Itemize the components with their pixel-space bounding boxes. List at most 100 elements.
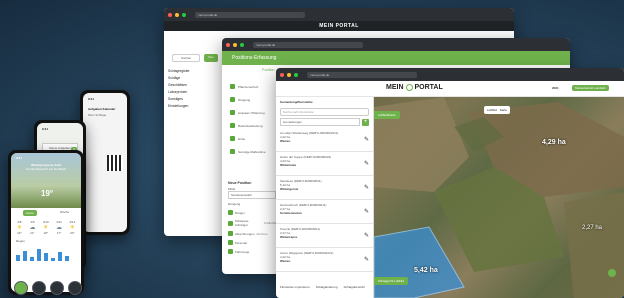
- sidebar-item[interactable]: Geschäftsen: [168, 82, 222, 89]
- list-item[interactable]: Abrechnungen Mehrere: [228, 231, 276, 236]
- browser-chrome: mein-portal.de: [164, 8, 514, 21]
- sidebar-item[interactable]: Schlagregister: [168, 68, 222, 75]
- menu-nav-button[interactable]: [68, 281, 82, 295]
- address-bar[interactable]: mein-portal.de: [253, 41, 363, 48]
- sun-icon: ☀: [16, 225, 23, 231]
- toggle-karte[interactable]: Karte: [500, 108, 507, 112]
- list-item[interactable]: Am alten Weidenweg (DEBYLI0000002211) 4,…: [276, 128, 373, 152]
- address-bar[interactable]: mein-portal.de: [195, 11, 305, 18]
- item-sub: Mehrere: [256, 231, 268, 236]
- change-link[interactable]: Schlagänderung: [316, 285, 338, 289]
- toggle-luftbild[interactable]: Luftbild: [487, 108, 497, 112]
- sidebar-item[interactable]: Schläge: [168, 75, 222, 82]
- pencil-icon[interactable]: ✎: [364, 136, 369, 143]
- search-input[interactable]: Suchen: [172, 54, 201, 62]
- field-crop: Weizen: [280, 139, 291, 143]
- import-link[interactable]: Flurstücke importieren: [280, 285, 310, 289]
- list-item[interactable]: Personal: [228, 240, 276, 245]
- item-sub: Kraftstoff: [264, 221, 276, 225]
- pencil-icon[interactable]: ✎: [364, 256, 369, 263]
- search-input[interactable]: Suche nach Flurstücke: [280, 108, 369, 116]
- minimize-dot[interactable]: [175, 12, 179, 17]
- status-time: 9:41: [16, 156, 23, 160]
- portal-header: MEIN PORTAL 2021 Musterbetrieb Landwirt: [276, 81, 624, 97]
- status-time: 9:41: [42, 127, 49, 131]
- weather-hero: 9:41 Wetterprognose Feld Grünlandbereich…: [11, 153, 81, 208]
- add-icon[interactable]: +: [362, 118, 369, 126]
- list-item[interactable]: Fahrzeuge: [228, 249, 276, 254]
- user-name: Musterbetrieb Landwirt: [575, 86, 606, 90]
- overview-link[interactable]: Schlagübersicht: [344, 285, 365, 289]
- close-dot[interactable]: [280, 72, 284, 77]
- minimize-dot[interactable]: [287, 72, 291, 77]
- filter-select[interactable]: Gemarkungen: [280, 118, 360, 126]
- area-badge[interactable]: Luftbild/Karte: [374, 111, 400, 119]
- check-icon: [228, 231, 233, 236]
- maximize-dot[interactable]: [182, 12, 186, 17]
- pencil-icon[interactable]: ✎: [364, 160, 369, 167]
- satellite-map[interactable]: 4,29 ha 2,27 ha 5,42 ha Luftbild Karte L…: [374, 97, 624, 298]
- add-button[interactable]: Neu: [204, 54, 218, 62]
- year-selector[interactable]: 2021: [552, 86, 559, 90]
- tab-heute[interactable]: Heute: [22, 210, 37, 216]
- new-position-panel: Neue Position Mittel Sonderauswahl Düngu…: [228, 181, 276, 254]
- sidebar-item[interactable]: Sonstiges: [168, 96, 222, 103]
- list-item[interactable]: Dünger: [228, 210, 276, 215]
- pencil-icon[interactable]: ✎: [364, 208, 369, 215]
- map-label: 4,29 ha: [542, 139, 566, 146]
- phone-screen: 9:41 Wetterprognose Feld Grünlandbereich…: [11, 153, 81, 292]
- list-item[interactable]: Kreuzle (DEBYLI0000000211) 2,27 ha Winte…: [276, 224, 373, 248]
- cloud-icon: ☁: [56, 225, 63, 231]
- list-item[interactable]: Anner Wegspann (DEBYLI0000002221) 4,22 h…: [276, 248, 373, 272]
- check-icon[interactable]: [230, 84, 235, 89]
- forecast-day: 4/12 ☀ 20°: [69, 220, 76, 235]
- field-crop: Winterrapss: [280, 235, 298, 239]
- tab-woche[interactable]: Woche: [60, 210, 69, 216]
- home-nav-button[interactable]: [14, 281, 28, 295]
- page-title: Positions-Erfassung: [232, 55, 277, 61]
- filter-row: Gemarkungen +: [280, 118, 369, 126]
- sidebar: Schlagregister Schläge Geschäftsen Labor…: [164, 68, 222, 110]
- settings-nav-button[interactable]: [32, 281, 46, 295]
- check-icon[interactable]: [230, 110, 235, 115]
- list-item[interactable]: Sanwiese (DEBYLI000000031) 5,12 ha Winte…: [276, 176, 373, 200]
- user-menu[interactable]: Musterbetrieb Landwirt: [572, 85, 609, 91]
- sun-icon: ☀: [43, 225, 49, 231]
- brand-logo: MEIN PORTAL: [386, 84, 443, 91]
- toolbar: Suchen Neu: [172, 54, 218, 62]
- brand-circle-icon: [405, 84, 413, 91]
- panel-title: Gemarkung/Flurstücke: [280, 100, 313, 104]
- calendar-nav-button[interactable]: [50, 281, 64, 295]
- check-icon: [228, 240, 233, 245]
- forecast-day: 4/11 ☁ 17°: [56, 220, 63, 235]
- field-crop: Wintermais: [280, 163, 297, 167]
- map-toggle[interactable]: Luftbild Karte: [484, 106, 510, 114]
- close-dot[interactable]: [226, 42, 230, 47]
- maximize-dot[interactable]: [294, 72, 298, 77]
- maximize-dot[interactable]: [240, 42, 244, 47]
- panel-title: Neue Position: [228, 181, 252, 185]
- minimize-dot[interactable]: [233, 42, 237, 47]
- check-icon[interactable]: [230, 149, 235, 154]
- map-bottom-badge[interactable]: Schlagsicht Luftbild: [374, 277, 408, 285]
- list-item[interactable]: Schlepper, Anhänger Kraftstoff: [228, 219, 276, 227]
- locate-icon[interactable]: [608, 269, 616, 277]
- pencil-icon[interactable]: ✎: [364, 184, 369, 191]
- address-bar[interactable]: mein-portal.de: [307, 71, 417, 78]
- check-icon[interactable]: [230, 123, 235, 128]
- rain-bars: [11, 245, 81, 263]
- check-icon[interactable]: [230, 136, 235, 141]
- sidebar-item[interactable]: Laborproben: [168, 89, 222, 96]
- list-item[interactable]: Hinter der Kuppe (DEBYLI000000022) 4,23 …: [276, 152, 373, 176]
- sidebar-item[interactable]: Einstellungen: [168, 103, 222, 110]
- brand-prefix: MEIN: [386, 84, 404, 91]
- pencil-icon[interactable]: ✎: [364, 232, 369, 239]
- mittel-select[interactable]: Sonderauswahl: [228, 191, 276, 199]
- forecast-day: 4/8 ☀ 19°: [16, 220, 23, 235]
- map-fields: [374, 97, 624, 298]
- phone-screen: 9:41 Aufgaben Kalender Mein Schläge: [83, 93, 127, 232]
- close-dot[interactable]: [168, 12, 172, 17]
- list-item[interactable]: Hammerbuch (DEBYLI000000211) 2,27 ha Som…: [276, 200, 373, 224]
- check-icon[interactable]: [230, 97, 235, 102]
- brand-bar: MEIN PORTAL: [164, 21, 514, 31]
